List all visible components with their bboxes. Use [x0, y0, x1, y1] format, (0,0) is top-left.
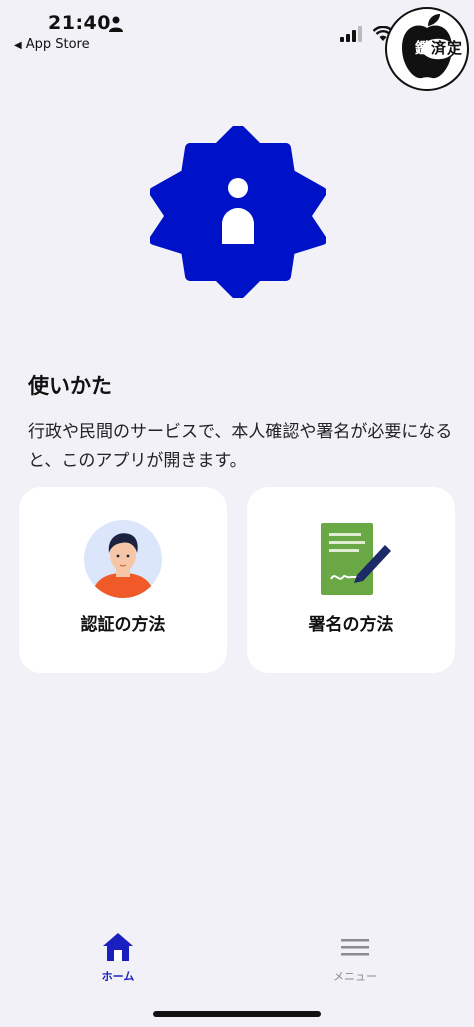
back-to-app-store-link[interactable]: ◀ App Store [14, 37, 90, 52]
tab-home-label: ホーム [101, 970, 135, 983]
badge-char-3: 定 [447, 39, 464, 57]
authentication-method-card[interactable]: 認証の方法 [19, 487, 227, 673]
usage-description: 行政や民間のサービスで、本人確認や署名が必要になると、このアプリが開きます。 [28, 422, 453, 471]
home-icon [103, 933, 133, 961]
person-icon [109, 16, 123, 32]
menu-icon [341, 939, 369, 956]
tab-menu-label: メニュー [333, 970, 377, 983]
badge-char-1: 鑑 [415, 39, 432, 57]
authentication-method-label: 認証の方法 [80, 615, 166, 635]
usage-title: 使いかた [28, 374, 112, 398]
status-bar: 21:40 ◀ App Store 鑑済定 [0, 0, 474, 91]
tab-menu[interactable]: メニュー [295, 932, 415, 984]
person-avatar-icon [84, 520, 162, 598]
cellular-signal-icon [340, 26, 362, 42]
back-triangle-icon: ◀ [14, 40, 22, 51]
tab-home[interactable]: ホーム [58, 932, 178, 984]
signature-method-card[interactable]: 署名の方法 [247, 487, 455, 673]
signed-document-icon [321, 523, 391, 595]
home-indicator [153, 1011, 321, 1017]
signature-method-label: 署名の方法 [308, 615, 394, 635]
back-app-label: App Store [25, 37, 90, 52]
info-badge-icon [150, 126, 326, 298]
badge-text: 鑑済定 [415, 37, 463, 58]
status-time: 21:40 [48, 12, 111, 34]
badge-char-2: 済 [431, 39, 448, 57]
